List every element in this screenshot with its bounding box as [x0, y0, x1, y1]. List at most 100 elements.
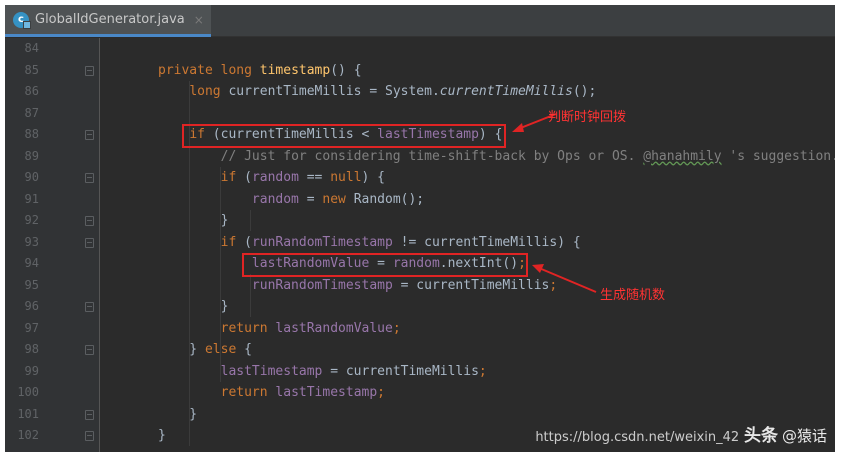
watermark-brand: 头条: [743, 426, 778, 446]
code-token: return: [220, 385, 276, 400]
code-token: }: [158, 213, 229, 228]
code-text: if (random == null) {: [158, 167, 385, 189]
code-token: ;: [377, 385, 385, 400]
indent-guide: [250, 274, 251, 317]
code-token: =: [298, 191, 323, 207]
line-number: 94: [24, 256, 39, 270]
code-token: random: [251, 191, 299, 207]
code-token: }: [158, 406, 198, 422]
code-text: return lastRandomValue;: [158, 318, 401, 340]
code-line[interactable]: 96 }: [5, 296, 835, 318]
line-number: 88: [24, 127, 39, 141]
line-number: 97: [24, 320, 39, 335]
code-line[interactable]: 84: [5, 38, 835, 60]
watermark-handle: @猿话: [781, 427, 827, 445]
code-token: private: [158, 62, 221, 78]
code-text: return lastTimestamp;: [158, 382, 385, 404]
fold-marker-icon[interactable]: [85, 216, 94, 226]
code-token: runRandomTimestamp: [251, 277, 393, 293]
line-number: 85: [24, 62, 39, 77]
fold-marker-icon[interactable]: [85, 130, 94, 140]
code-editor[interactable]: 84 85 private long timestamp ( ) { 86 long cu…: [5, 38, 835, 452]
highlight-box-random-value: [242, 253, 528, 277]
code-token: ) {: [361, 170, 386, 185]
code-token: {: [244, 342, 252, 357]
code-line[interactable]: 90 if (random == null) {: [5, 167, 835, 189]
fold-marker-icon[interactable]: [85, 65, 94, 76]
line-number: 101: [17, 406, 39, 421]
fold-marker-icon[interactable]: [85, 237, 94, 248]
fold-marker-icon[interactable]: [85, 302, 94, 312]
code-text: random = new Random();: [158, 189, 424, 211]
fold-marker-icon[interactable]: [85, 431, 94, 441]
code-token: }: [158, 299, 229, 314]
code-line[interactable]: 89 // Just for considering time-shift-ba…: [5, 146, 835, 168]
code-token: ;: [392, 320, 401, 336]
code-line[interactable]: 85 private long timestamp() {: [5, 60, 835, 82]
code-token: null: [330, 170, 362, 185]
code-token: if: [220, 170, 245, 185]
code-token: // Just for considering time-shift-back …: [220, 148, 644, 164]
code-line[interactable]: 93 if (runRandomTimestamp != currentTime…: [5, 232, 835, 254]
code-token: runRandomTimestamp: [251, 234, 393, 250]
code-token: if: [220, 234, 245, 250]
line-number: 93: [24, 234, 39, 249]
line-number: 95: [24, 277, 39, 292]
indent-guide: [250, 210, 251, 231]
code-text: }: [158, 425, 166, 447]
code-token: (: [244, 170, 252, 185]
code-token: 's suggestion.: [721, 148, 835, 164]
code-token: random: [251, 170, 299, 185]
code-token: lastTimestamp: [275, 385, 378, 400]
ide-window: c GlobalIdGenerator.java × 84 85 private l…: [5, 5, 835, 452]
line-number: 84: [24, 41, 39, 55]
code-token: = currentTimeMillis: [322, 363, 479, 379]
line-number: 100: [17, 385, 39, 399]
indent-guide: [220, 167, 221, 382]
code-line[interactable]: 97 return lastRandomValue;: [5, 318, 835, 340]
code-token: currentTimeMillis: [439, 84, 573, 99]
code-token: timestamp: [259, 62, 331, 78]
code-token: }: [158, 342, 205, 357]
code-token: lastTimestamp: [220, 363, 323, 379]
code-token: Random();: [353, 191, 425, 207]
arrow-icon: [532, 264, 597, 293]
line-number: 98: [24, 342, 39, 356]
code-text: runRandomTimestamp = currentTimeMillis;: [158, 275, 557, 297]
code-line[interactable]: 87: [5, 103, 835, 125]
code-token: return: [220, 320, 276, 336]
code-line[interactable]: 92 }: [5, 210, 835, 232]
code-token: lastRandomValue: [275, 320, 393, 336]
code-line[interactable]: 98 } else {: [5, 339, 835, 361]
code-token: = currentTimeMillis: [392, 277, 550, 293]
code-token: currentTimeMillis = System.: [228, 84, 440, 99]
line-number: 86: [24, 84, 39, 98]
close-icon[interactable]: ×: [194, 13, 204, 27]
tab-global-id-generator[interactable]: c GlobalIdGenerator.java ×: [5, 5, 211, 37]
code-token: ==: [298, 170, 331, 185]
fold-marker-icon[interactable]: [85, 409, 94, 420]
code-token: ();: [572, 84, 597, 99]
highlight-box-clock-check: [182, 124, 506, 148]
code-text: }: [158, 296, 229, 318]
code-line[interactable]: 99 lastTimestamp = currentTimeMillis;: [5, 361, 835, 383]
fold-marker-icon[interactable]: [85, 173, 94, 183]
line-number: 102: [17, 428, 39, 442]
fold-marker-icon[interactable]: [85, 345, 94, 355]
code-text: if (runRandomTimestamp != currentTimeMil…: [158, 232, 581, 254]
code-line[interactable]: 95 runRandomTimestamp = currentTimeMilli…: [5, 275, 835, 297]
code-token: != currentTimeMillis) {: [392, 234, 581, 250]
code-line[interactable]: 100 return lastTimestamp;: [5, 382, 835, 404]
code-token: ;: [478, 363, 487, 379]
code-token: long: [189, 84, 229, 99]
code-line[interactable]: 86 long currentTimeMillis = System.curre…: [5, 81, 835, 103]
annotation-generate-random: 生成随机数: [600, 288, 666, 303]
code-text: // Just for considering time-shift-back …: [158, 146, 835, 168]
code-token: @hanahmily: [643, 148, 722, 164]
line-number: 92: [24, 213, 39, 227]
code-line[interactable]: 91 random = new Random();: [5, 189, 835, 211]
code-token: new: [322, 191, 354, 207]
code-text: lastTimestamp = currentTimeMillis;: [158, 361, 487, 383]
